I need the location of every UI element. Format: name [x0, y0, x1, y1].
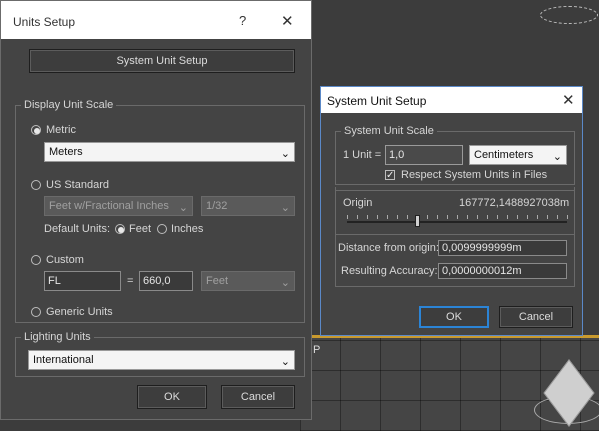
custom-unit-value: Feet: [206, 275, 229, 287]
fraction-value: 1/32: [206, 200, 228, 212]
display-unit-scale-legend: Display Unit Scale: [21, 99, 117, 111]
metric-units-value: Meters: [49, 146, 83, 158]
cancel-button[interactable]: Cancel: [499, 306, 573, 328]
feet-radio[interactable]: [115, 224, 125, 234]
lighting-units-value: International: [33, 354, 94, 366]
close-icon[interactable]: ✕: [562, 91, 575, 109]
chevron-down-icon: ⌄: [178, 202, 188, 214]
us-standard-select[interactable]: Feet w/Fractional Inches ⌄: [44, 196, 193, 216]
origin-group: [335, 187, 575, 287]
custom-radio[interactable]: [31, 255, 41, 265]
us-standard-label: US Standard: [46, 179, 109, 191]
us-standard-radio[interactable]: [31, 180, 41, 190]
metric-label: Metric: [46, 124, 76, 136]
respect-units-label: Respect System Units in Files: [401, 169, 548, 181]
generic-units-radio[interactable]: [31, 307, 41, 317]
lighting-units-select[interactable]: International ⌄: [28, 350, 295, 370]
system-unit-setup-button[interactable]: System Unit Setup: [29, 49, 295, 73]
respect-units-checkbox[interactable]: ✓: [385, 170, 395, 181]
ok-button[interactable]: OK: [137, 385, 207, 409]
chevron-down-icon: ⌄: [280, 202, 290, 214]
lighting-units-legend: Lighting Units: [21, 331, 94, 343]
custom-name-field[interactable]: FL: [44, 271, 121, 291]
generic-units-label: Generic Units: [46, 306, 113, 318]
chevron-down-icon: ⌄: [552, 151, 562, 163]
help-button[interactable]: ?: [239, 13, 246, 28]
custom-value-field[interactable]: 660,0: [139, 271, 193, 291]
metric-radio[interactable]: [31, 125, 41, 135]
us-standard-value: Feet w/Fractional Inches: [49, 200, 169, 212]
fraction-select[interactable]: 1/32 ⌄: [201, 196, 295, 216]
custom-unit-select[interactable]: Feet ⌄: [201, 271, 295, 291]
equals-sign: =: [127, 275, 134, 287]
unit-type-value: Centimeters: [474, 149, 534, 161]
unit-label: 1 Unit =: [343, 149, 382, 161]
cancel-button[interactable]: Cancel: [221, 385, 295, 409]
system-unit-scale-legend: System Unit Scale: [341, 125, 437, 137]
default-units-label: Default Units:: [44, 223, 111, 235]
feet-label: Feet: [129, 223, 152, 235]
viewport-gizmo-ring: [540, 6, 598, 24]
chevron-down-icon: ⌄: [280, 277, 290, 289]
system-unit-setup-dialog: System Unit Setup ✕ System Unit Scale 1 …: [320, 86, 583, 336]
close-icon[interactable]: ✕: [281, 12, 294, 30]
metric-units-select[interactable]: Meters ⌄: [44, 142, 295, 162]
units-setup-title: Units Setup: [13, 15, 76, 29]
inches-label: Inches: [171, 223, 204, 235]
custom-label: Custom: [46, 254, 84, 266]
system-unit-setup-titlebar: System Unit Setup ✕: [321, 87, 582, 113]
viewport-label: P: [313, 344, 321, 356]
units-setup-titlebar: Units Setup ? ✕: [1, 1, 311, 39]
units-setup-dialog: Units Setup ? ✕ System Unit Setup Displa…: [0, 0, 312, 420]
inches-radio[interactable]: [157, 224, 167, 234]
chevron-down-icon: ⌄: [280, 356, 290, 368]
system-unit-setup-title: System Unit Setup: [327, 94, 427, 108]
ok-button[interactable]: OK: [419, 306, 489, 328]
chevron-down-icon: ⌄: [280, 148, 290, 160]
unit-value-field[interactable]: 1,0: [385, 145, 463, 165]
unit-type-select[interactable]: Centimeters ⌄: [469, 145, 567, 165]
